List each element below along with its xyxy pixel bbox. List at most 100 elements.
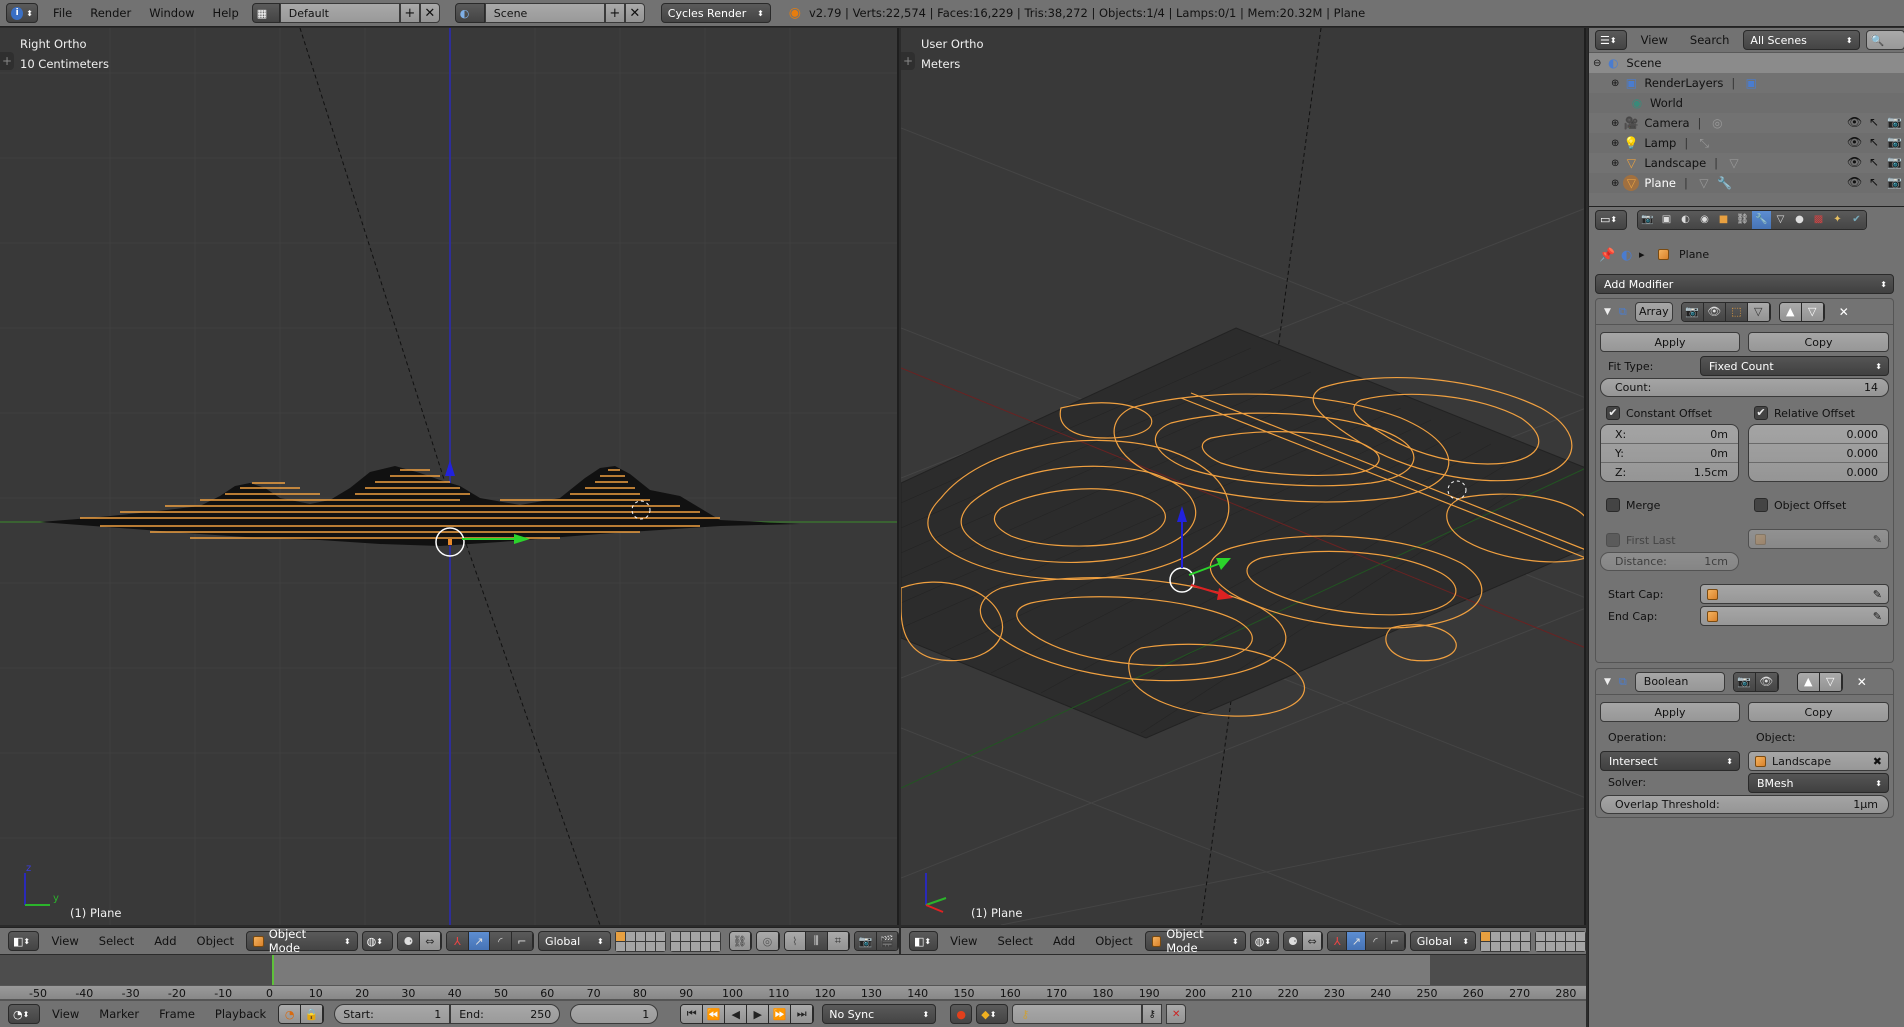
render-toggle-icon[interactable]: 📷 (1681, 302, 1704, 321)
scene-field[interactable]: Scene (484, 3, 605, 23)
layer-buttons[interactable] (614, 930, 666, 952)
visibility-eye-icon[interactable]: 👁 (1847, 155, 1862, 169)
menu-add[interactable]: Add (1045, 934, 1083, 948)
menu-view[interactable]: View (44, 1007, 87, 1021)
solver-dropdown[interactable]: BMesh ⬍ (1748, 773, 1889, 793)
viewport-toggle-icon[interactable]: 👁 (1703, 302, 1726, 321)
current-frame-field[interactable]: 1 (570, 1004, 659, 1024)
viewport-right-ortho[interactable]: + Right Ortho 10 Centimeters z y (1) Pla… (0, 28, 899, 925)
keying-set-field[interactable]: ⚷ (1012, 1004, 1143, 1024)
timeline-ruler[interactable]: -50 -40 -30 -20 -10 0 10 20 30 40 50 60 70 80 90 100 110… (0, 985, 1586, 1000)
cage-toggle-icon[interactable]: ▽ (1747, 302, 1770, 321)
expand-icon[interactable]: ⊕ (1611, 138, 1619, 149)
renderable-camera-icon[interactable]: 📷 (1887, 155, 1902, 169)
keying-type-dropdown[interactable]: ◆ ⬍ (976, 1004, 1009, 1024)
selectable-arrow-icon[interactable]: ↖ (1869, 155, 1879, 169)
move-up-icon[interactable]: ▲ (1797, 672, 1820, 691)
display-mode-dropdown[interactable]: All Scenes ⬍ (1743, 30, 1860, 50)
object-offset-checkbox[interactable] (1754, 498, 1768, 512)
expand-icon[interactable]: ⊕ (1611, 178, 1619, 189)
scene-icon-button[interactable]: ◐ (454, 3, 485, 23)
relative-offset-z[interactable]: 0.000 (1749, 463, 1888, 481)
timeline-area[interactable] (0, 955, 1586, 985)
tab-constraints[interactable]: ⛓ (1733, 210, 1752, 229)
render-animation-icon[interactable]: 🎬 (876, 932, 899, 950)
collapse-triangle-icon[interactable]: ▼ (1604, 677, 1611, 687)
renderable-camera-icon[interactable]: 📷 (1887, 175, 1902, 189)
viewport-user-ortho[interactable]: + User Ortho Meters (1) Plane (901, 28, 1586, 925)
menu-search[interactable]: Search (1682, 33, 1738, 47)
editor-type-button[interactable]: ◔ ⬍ (8, 1004, 40, 1024)
menu-select[interactable]: Select (91, 934, 142, 948)
modifier-name-field[interactable]: Boolean (1634, 671, 1725, 692)
tab-render[interactable]: 📷 (1638, 210, 1657, 229)
shading-dropdown[interactable]: ◍ ⬍ (361, 931, 394, 951)
merge-checkbox[interactable] (1606, 498, 1620, 512)
selectable-arrow-icon[interactable]: ↖ (1869, 175, 1879, 189)
start-cap-field[interactable]: ✎ (1700, 584, 1889, 604)
outliner-search-field[interactable]: 🔍 (1865, 30, 1904, 50)
add-modifier-dropdown[interactable]: Add Modifier ⬍ (1595, 274, 1894, 294)
selectable-arrow-icon[interactable]: ↖ (1869, 115, 1879, 129)
mode-dropdown[interactable]: Object Mode ⬍ (1144, 928, 1246, 954)
tab-world[interactable]: ◉ (1695, 210, 1714, 229)
tab-data[interactable]: ▽ (1771, 210, 1790, 229)
screen-layout-field[interactable]: Default (279, 3, 400, 23)
menu-view[interactable]: View (942, 934, 985, 948)
count-field[interactable]: Count: 14 (1600, 378, 1889, 397)
outliner-item-scene[interactable]: ⊖ ◐ Scene (1589, 53, 1904, 73)
snap-target-icon[interactable]: ⌗ (827, 932, 850, 950)
sync-dropdown[interactable]: No Sync ⬍ (822, 1004, 937, 1024)
lock-icon[interactable]: ⛓ (729, 932, 752, 950)
current-frame-indicator[interactable] (272, 955, 274, 985)
jump-end-icon[interactable]: ⏭ (791, 1005, 814, 1023)
orientation-dropdown[interactable]: Global ⬍ (1409, 931, 1477, 951)
remove-modifier-icon[interactable]: ✕ (1839, 305, 1849, 319)
layer-buttons-2[interactable] (669, 930, 721, 952)
add-screen-button[interactable]: + (399, 3, 420, 23)
boolean-object-field[interactable]: Landscape ✖ (1748, 751, 1889, 771)
layer-buttons[interactable] (1480, 930, 1532, 952)
menu-file[interactable]: File (44, 6, 81, 20)
copy-button[interactable]: Copy (1748, 332, 1889, 352)
constant-offset-z[interactable]: Z: 1.5cm (1601, 463, 1738, 481)
render-toggle-icon[interactable]: 📷 (1733, 672, 1756, 691)
menu-add[interactable]: Add (146, 934, 184, 948)
add-scene-button[interactable]: + (604, 3, 625, 23)
pivot-point-icon[interactable]: ⚈ (1283, 932, 1304, 950)
translate-manipulator-icon[interactable]: ↗ (468, 932, 491, 950)
tab-modifiers[interactable]: 🔧 (1752, 210, 1771, 229)
constant-offset-y[interactable]: Y: 0m (1601, 444, 1738, 463)
visibility-eye-icon[interactable]: 👁 (1847, 135, 1862, 149)
menu-window[interactable]: Window (140, 6, 203, 20)
first-last-checkbox[interactable] (1606, 533, 1620, 547)
delete-scene-button[interactable]: ✕ (624, 3, 645, 23)
z-arrow-handle[interactable] (445, 460, 455, 476)
eyedropper-icon[interactable]: ✎ (1873, 588, 1882, 601)
rotate-manipulator-icon[interactable]: ◜ (490, 932, 512, 950)
expand-icon[interactable]: ⊕ (1611, 158, 1619, 169)
start-frame-field[interactable]: Start: 1 (334, 1004, 451, 1024)
jump-start-icon[interactable]: ⏮ (681, 1005, 704, 1023)
mode-dropdown[interactable]: Object Mode ⬍ (246, 928, 358, 954)
menu-help[interactable]: Help (204, 6, 248, 20)
manipulator-toggle-icon[interactable]: ⅄ (1328, 932, 1348, 950)
rotate-manipulator-icon[interactable]: ◜ (1366, 932, 1386, 950)
orientation-dropdown[interactable]: Global ⬍ (538, 931, 611, 951)
renderable-camera-icon[interactable]: 📷 (1887, 135, 1902, 149)
eyedropper-icon[interactable]: ✎ (1873, 533, 1882, 546)
screen-layout-icon-button[interactable]: ▦ (251, 3, 280, 23)
overlap-threshold-field[interactable]: Overlap Threshold: 1µm (1600, 795, 1889, 814)
manipulate-center-icon[interactable]: ⇔ (419, 932, 442, 950)
editor-type-button[interactable]: ☰ ⬍ (1595, 30, 1627, 50)
jump-keyframe-forward-icon[interactable]: ⏩ (769, 1005, 792, 1023)
menu-playback[interactable]: Playback (207, 1007, 274, 1021)
tab-texture[interactable]: ▩ (1809, 210, 1828, 229)
clear-icon[interactable]: ✖ (1873, 755, 1882, 768)
visibility-eye-icon[interactable]: 👁 (1847, 115, 1862, 129)
pivot-point-icon[interactable]: ⚈ (398, 932, 420, 950)
relative-offset-checkbox[interactable]: ✔ (1754, 406, 1768, 420)
visibility-eye-icon[interactable]: 👁 (1847, 175, 1862, 189)
editor-type-button[interactable]: ▭ ⬍ (1595, 209, 1627, 230)
tab-material[interactable]: ● (1790, 210, 1809, 229)
